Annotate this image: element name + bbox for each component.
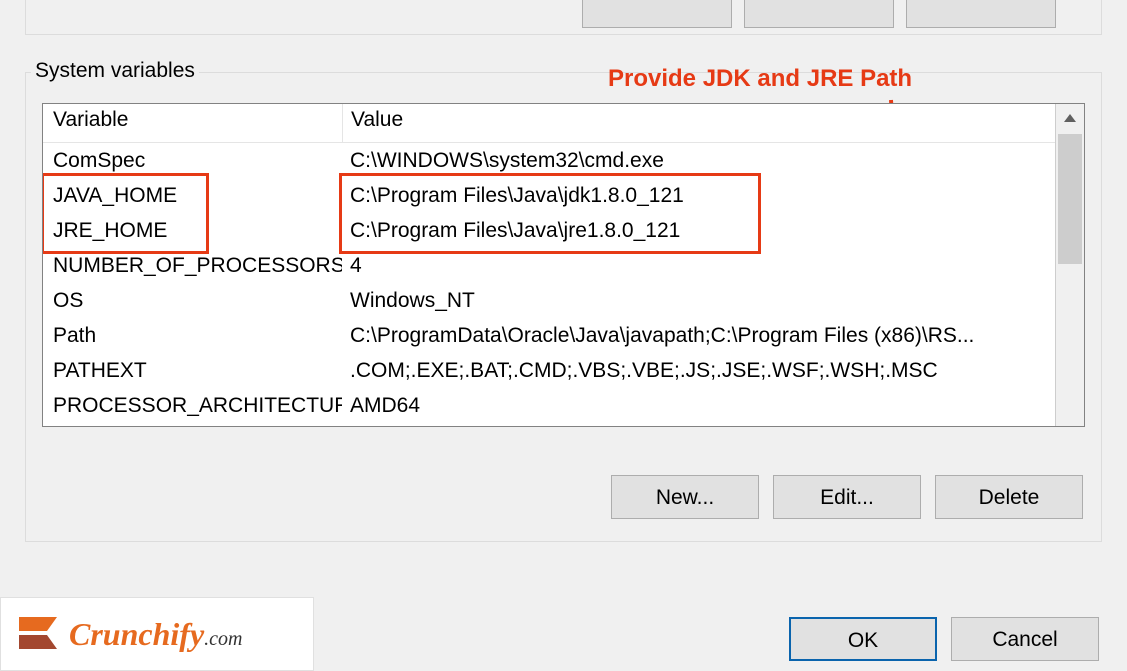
table-header: Variable Value xyxy=(43,104,1055,143)
new-button[interactable]: New... xyxy=(611,475,759,519)
scroll-up-icon[interactable] xyxy=(1056,104,1084,132)
cell-value: C:\Program Files\Java\jdk1.8.0_121 xyxy=(342,178,1055,213)
table-row[interactable]: NUMBER_OF_PROCESSORS 4 xyxy=(43,248,1055,283)
group-title: System variables xyxy=(31,59,199,83)
user-edit-button-ghost[interactable] xyxy=(744,0,894,28)
user-new-button-ghost[interactable] xyxy=(582,0,732,28)
user-delete-button-ghost[interactable] xyxy=(906,0,1056,28)
cell-value: C:\Program Files\Java\jre1.8.0_121 xyxy=(342,213,1055,248)
table-row[interactable]: JAVA_HOME C:\Program Files\Java\jdk1.8.0… xyxy=(43,178,1055,213)
cell-value: C:\WINDOWS\system32\cmd.exe xyxy=(342,143,1055,178)
logo-suffix: .com xyxy=(204,628,242,650)
cell-variable: JAVA_HOME xyxy=(43,178,342,213)
scrollbar[interactable] xyxy=(1055,104,1084,426)
cell-value: Windows_NT xyxy=(342,283,1055,318)
system-variables-list[interactable]: Variable Value ComSpec C:\WINDOWS\system… xyxy=(42,103,1085,427)
table-row[interactable]: PATHEXT .COM;.EXE;.BAT;.CMD;.VBS;.VBE;.J… xyxy=(43,353,1055,388)
edit-button[interactable]: Edit... xyxy=(773,475,921,519)
table-row[interactable]: Path C:\ProgramData\Oracle\Java\javapath… xyxy=(43,318,1055,353)
scroll-thumb[interactable] xyxy=(1058,134,1082,264)
cell-variable: NUMBER_OF_PROCESSORS xyxy=(43,248,342,283)
table-row[interactable]: JRE_HOME C:\Program Files\Java\jre1.8.0_… xyxy=(43,213,1055,248)
cell-value: C:\ProgramData\Oracle\Java\javapath;C:\P… xyxy=(342,318,1055,353)
logo-text: Crunchify.com xyxy=(69,616,242,653)
cell-variable: Path xyxy=(43,318,342,353)
logo-brand: Crunchify xyxy=(69,616,204,652)
logo-icon xyxy=(13,613,59,655)
table-row[interactable]: ComSpec C:\WINDOWS\system32\cmd.exe xyxy=(43,143,1055,178)
annotation-label: Provide JDK and JRE Path xyxy=(608,65,912,93)
cell-variable: OS xyxy=(43,283,342,318)
table-row[interactable]: OS Windows_NT xyxy=(43,283,1055,318)
cancel-button[interactable]: Cancel xyxy=(951,617,1099,661)
cell-variable: ComSpec xyxy=(43,143,342,178)
delete-button[interactable]: Delete xyxy=(935,475,1083,519)
cell-variable: PROCESSOR_ARCHITECTURE xyxy=(43,388,342,423)
cell-value: 4 xyxy=(342,248,1055,283)
ok-button[interactable]: OK xyxy=(789,617,937,661)
previous-groupbox-fragment xyxy=(25,0,1102,35)
col-variable[interactable]: Variable xyxy=(43,104,343,142)
cell-variable: PATHEXT xyxy=(43,353,342,388)
cell-variable: JRE_HOME xyxy=(43,213,342,248)
table-row[interactable]: PROCESSOR_ARCHITECTURE AMD64 xyxy=(43,388,1055,423)
cell-value: .COM;.EXE;.BAT;.CMD;.VBS;.VBE;.JS;.JSE;.… xyxy=(342,353,1055,388)
crunchify-logo: Crunchify.com xyxy=(0,597,314,671)
col-value[interactable]: Value xyxy=(343,104,1055,142)
system-variables-group: System variables Provide JDK and JRE Pat… xyxy=(25,72,1102,542)
cell-value: AMD64 xyxy=(342,388,1055,423)
